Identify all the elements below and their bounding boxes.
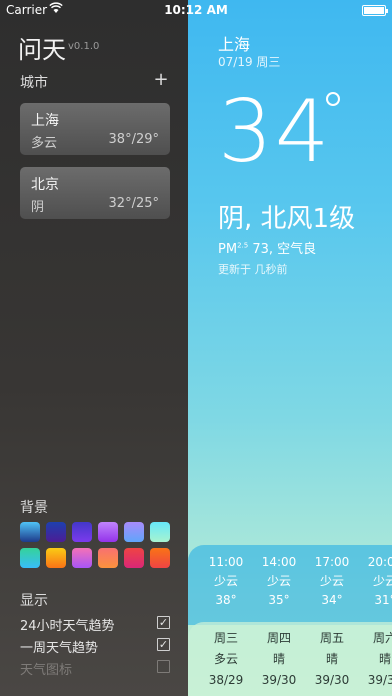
aqi-prefix: PM bbox=[218, 242, 238, 257]
weather-panel[interactable]: 上海 07/19 周三 34 阴, 北风1级 PM2.5 73, 空气良 更新于… bbox=[188, 0, 392, 696]
daily-day: 周六 bbox=[372, 631, 392, 645]
hourly-condition: 少云 bbox=[213, 574, 238, 588]
status-time: 10:12 AM bbox=[164, 3, 228, 17]
daily-day: 周五 bbox=[319, 631, 344, 645]
daily-item: 周五 晴 39/30 bbox=[305, 628, 359, 691]
battery-icon bbox=[362, 5, 388, 16]
hourly-item: 17:00 少云 34° bbox=[305, 553, 359, 610]
hourly-time: 11:00 bbox=[208, 555, 244, 569]
daily-condition: 多云 bbox=[213, 652, 238, 666]
daily-temp: 39/30 bbox=[367, 673, 392, 687]
background-swatch[interactable] bbox=[20, 522, 40, 542]
hourly-time: 14:00 bbox=[261, 555, 297, 569]
option-label: 天气图标 bbox=[20, 663, 73, 678]
daily-forecast[interactable]: 周三 多云 38/29 周四 晴 39/30 周五 晴 39/30 周六 晴 3… bbox=[188, 622, 392, 696]
city-card-temp: 32°/25° bbox=[108, 196, 159, 211]
background-swatch[interactable] bbox=[150, 548, 170, 568]
updated-time: 更新于 几秒前 bbox=[218, 263, 288, 276]
hourly-temp: 34° bbox=[321, 593, 343, 607]
city-card-temp: 38°/29° bbox=[108, 132, 159, 147]
current-city-name: 上海 bbox=[218, 35, 251, 54]
daily-condition: 晴 bbox=[272, 652, 285, 666]
hourly-item: 14:00 少云 35° bbox=[252, 553, 306, 610]
city-card-beijing[interactable]: 北京 阴 32°/25° bbox=[20, 167, 170, 219]
daily-item: 周三 多云 38/29 bbox=[199, 628, 253, 691]
option-checkbox[interactable]: ✓ bbox=[157, 638, 170, 651]
status-bar: Carrier 10:12 AM bbox=[0, 0, 392, 20]
background-swatch[interactable] bbox=[72, 522, 92, 542]
city-card-shanghai[interactable]: 上海 多云 38°/29° bbox=[20, 103, 170, 155]
current-date: 07/19 周三 bbox=[218, 55, 281, 69]
background-swatch[interactable] bbox=[98, 548, 118, 568]
option-24h-trend[interactable]: 24小时天气趋势 ✓ bbox=[20, 615, 172, 634]
app-version: v0.1.0 bbox=[68, 41, 100, 52]
background-swatch[interactable] bbox=[150, 522, 170, 542]
air-quality: PM2.5 73, 空气良 bbox=[218, 238, 316, 257]
option-weather-icon[interactable]: 天气图标 bbox=[20, 659, 172, 678]
daily-temp: 39/30 bbox=[314, 673, 350, 687]
current-condition: 阴, 北风1级 bbox=[218, 204, 356, 234]
daily-item: 周六 晴 39/30 bbox=[358, 628, 392, 691]
hourly-time: 20:00 bbox=[367, 555, 392, 569]
background-swatch[interactable] bbox=[46, 522, 66, 542]
background-swatch[interactable] bbox=[124, 548, 144, 568]
option-checkbox[interactable] bbox=[157, 660, 170, 673]
option-label: 一周天气趋势 bbox=[20, 641, 99, 656]
hourly-temp: 38° bbox=[215, 593, 237, 607]
option-weekly-trend[interactable]: 一周天气趋势 ✓ bbox=[20, 637, 172, 656]
sidebar: 问天 v0.1.0 城市 + 上海 多云 38°/29° 北京 阴 32°/25… bbox=[0, 0, 188, 696]
hourly-condition: 少云 bbox=[266, 574, 291, 588]
city-card-name: 上海 bbox=[31, 113, 59, 129]
display-section-label: 显示 bbox=[20, 593, 48, 609]
hourly-forecast[interactable]: 11:00 少云 38° 14:00 少云 35° 17:00 少云 34° 2… bbox=[188, 545, 392, 625]
daily-item: 周四 晴 39/30 bbox=[252, 628, 306, 691]
hourly-time: 17:00 bbox=[314, 555, 350, 569]
background-section-label: 背景 bbox=[20, 500, 48, 516]
background-swatch[interactable] bbox=[46, 548, 66, 568]
background-swatch[interactable] bbox=[72, 548, 92, 568]
option-checkbox[interactable]: ✓ bbox=[157, 616, 170, 629]
background-swatch[interactable] bbox=[98, 522, 118, 542]
app-title: 问天 bbox=[18, 36, 66, 64]
option-label: 24小时天气趋势 bbox=[20, 619, 115, 634]
daily-condition: 晴 bbox=[325, 652, 338, 666]
aqi-sup: 2.5 bbox=[237, 241, 249, 250]
hourly-item: 11:00 少云 38° bbox=[199, 553, 253, 610]
hourly-condition: 少云 bbox=[319, 574, 344, 588]
city-card-condition: 多云 bbox=[31, 136, 58, 151]
degree-icon bbox=[326, 92, 340, 106]
city-card-name: 北京 bbox=[31, 177, 59, 193]
daily-condition: 晴 bbox=[378, 652, 391, 666]
daily-temp: 38/29 bbox=[208, 673, 244, 687]
background-swatch[interactable] bbox=[20, 548, 40, 568]
background-swatch[interactable] bbox=[124, 522, 144, 542]
current-temperature: 34 bbox=[218, 82, 332, 182]
add-city-button[interactable]: + bbox=[150, 70, 172, 92]
city-card-condition: 阴 bbox=[31, 200, 45, 215]
aqi-value: 73, 空气良 bbox=[248, 242, 317, 257]
cities-section-label: 城市 bbox=[20, 75, 48, 91]
daily-day: 周四 bbox=[266, 631, 291, 645]
hourly-temp: 35° bbox=[268, 593, 290, 607]
daily-day: 周三 bbox=[213, 631, 238, 645]
hourly-item: 20:00 少云 31° bbox=[358, 553, 392, 610]
hourly-temp: 31° bbox=[374, 593, 392, 607]
hourly-condition: 少云 bbox=[372, 574, 392, 588]
daily-temp: 39/30 bbox=[261, 673, 297, 687]
